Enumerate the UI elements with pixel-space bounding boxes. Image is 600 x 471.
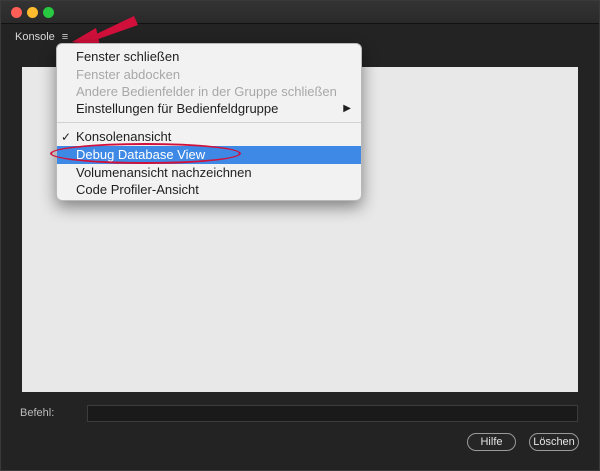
menu-item-close-other-panels: Andere Bedienfelder in der Gruppe schlie…: [76, 84, 337, 99]
help-button[interactable]: Hilfe: [467, 433, 516, 451]
menu-item-panel-group-settings[interactable]: Einstellungen für Bedienfeldgruppe ▶: [57, 100, 361, 118]
panel-tab-konsole[interactable]: Konsole: [15, 31, 55, 43]
menu-item-close-window[interactable]: Fenster schließen: [57, 48, 361, 66]
menu-separator: [57, 122, 361, 123]
hamburger-icon[interactable]: ≡: [58, 30, 72, 44]
red-ellipse-annotation: [50, 143, 241, 164]
zoom-window-button[interactable]: [43, 7, 54, 18]
command-label: Befehl:: [20, 407, 55, 419]
clear-button[interactable]: Löschen: [529, 433, 579, 451]
close-window-button[interactable]: [11, 7, 22, 18]
panel-flyout-menu: Fenster schließen Fenster abdocken Ander…: [56, 43, 362, 201]
submenu-arrow-icon: ▶: [343, 103, 351, 114]
checkmark-icon: ✓: [61, 130, 72, 144]
menu-item-undock-window: Fenster abdocken: [76, 67, 181, 82]
command-input[interactable]: [87, 405, 578, 422]
minimize-window-button[interactable]: [27, 7, 38, 18]
menu-item-trace-volume-view[interactable]: Volumenansicht nachzeichnen: [57, 164, 361, 182]
menu-item-code-profiler-view[interactable]: Code Profiler-Ansicht: [57, 181, 361, 199]
title-bar: [1, 1, 599, 24]
